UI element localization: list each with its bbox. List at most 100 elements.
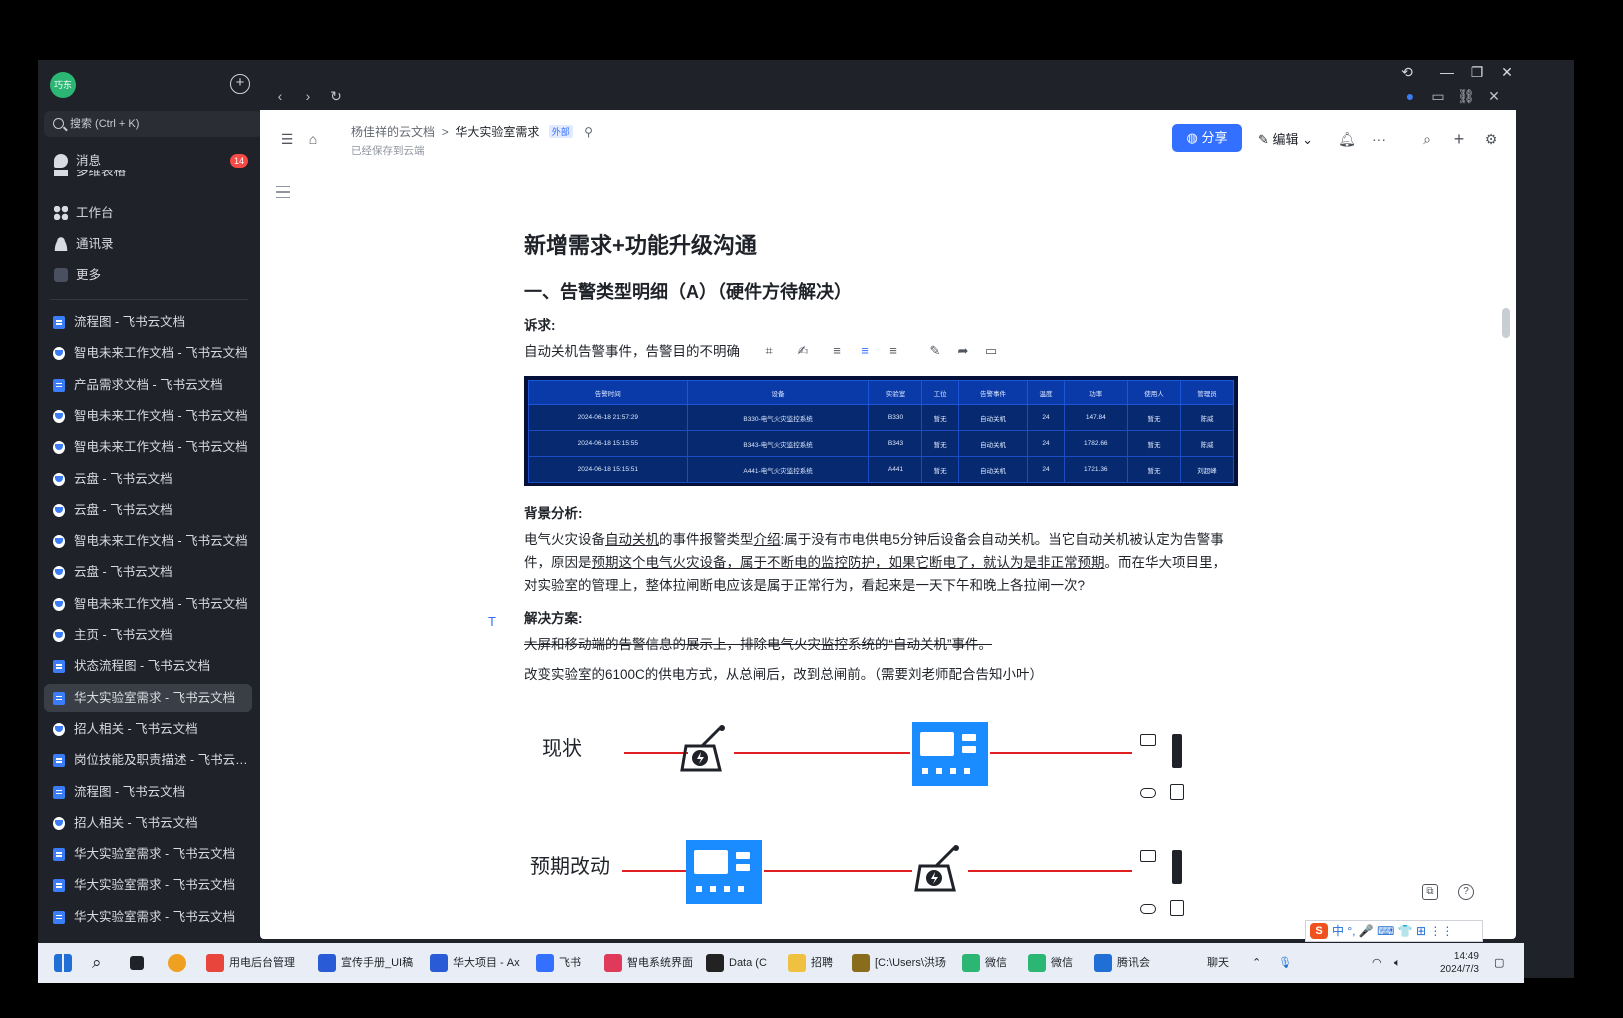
task-view-icon[interactable] bbox=[130, 943, 149, 983]
sidebar-doc-item[interactable]: 招人相关 - 飞书云文档 bbox=[44, 809, 252, 837]
nav-label: 更多 bbox=[76, 268, 102, 282]
taskbar-app[interactable]: [C:\Users\洪玚 bbox=[852, 943, 946, 983]
sidebar-doc-item[interactable]: 产品需求文档 - 飞书云文档 bbox=[44, 371, 252, 399]
sidebar-doc-item[interactable]: 流程图 - 飞书云文档 bbox=[44, 778, 252, 806]
breadcrumb-parent[interactable]: 杨佳祥的云文档 bbox=[351, 125, 435, 139]
assistant-icon[interactable]: ● bbox=[1400, 86, 1420, 106]
nav-item-more[interactable]: 更多 bbox=[46, 262, 262, 288]
solution-text[interactable]: 改变实验室的6100C的供电方式，从总闸后，改到总闸前。（需要刘老师配合告知小叶… bbox=[524, 663, 1043, 686]
sidebar-doc-item[interactable]: 智电未来工作文档 - 飞书云文档 bbox=[44, 339, 252, 367]
edit-image-icon[interactable]: ✎ bbox=[926, 342, 944, 360]
sidebar-doc-item[interactable]: 华大实验室需求 - 飞书云文档 bbox=[44, 903, 252, 931]
power-diagram[interactable]: 现状 预期改动 bbox=[524, 700, 1244, 939]
annotate-icon[interactable]: ✍ bbox=[794, 342, 812, 360]
outline-icon[interactable] bbox=[276, 186, 290, 198]
appeal-text[interactable]: 自动关机告警事件，告警目的不明确 bbox=[524, 340, 740, 363]
comment-icon[interactable]: ▭ bbox=[982, 342, 1000, 360]
sidebar-doc-item[interactable]: 岗位技能及职责描述 - 飞书云… bbox=[44, 746, 252, 774]
doc-title[interactable]: 新增需求+功能升级沟通 bbox=[524, 228, 757, 260]
sidebar-doc-item[interactable]: 状态流程图 - 飞书云文档 bbox=[44, 652, 252, 680]
nav-item-base[interactable]: 多维表格 bbox=[46, 170, 262, 184]
plus-icon[interactable]: + bbox=[1450, 130, 1468, 148]
sidebar-doc-item[interactable]: 智电未来工作文档 - 飞书云文档 bbox=[44, 402, 252, 430]
taskbar-app[interactable]: 招聘 bbox=[788, 943, 833, 983]
taskbar-app[interactable]: 用电后台管理 bbox=[206, 943, 295, 983]
sidebar-doc-item[interactable]: 华大实验室需求 - 飞书云文档 bbox=[44, 840, 252, 868]
sidebar-doc-item[interactable]: 招人相关 - 飞书云文档 bbox=[44, 715, 252, 743]
sidebar-doc-item[interactable]: 云盘 - 飞书云文档 bbox=[44, 496, 252, 524]
section-heading[interactable]: 一、告警类型明细（A）（硬件方待解决） bbox=[524, 278, 852, 304]
sidebar-doc-item[interactable]: 华大实验室需求 - 飞书云文档 bbox=[44, 683, 252, 712]
sidebar-doc-item[interactable]: 流程图 - 飞书云文档 bbox=[44, 308, 252, 336]
edit-button[interactable]: ✎ 编辑 ⌄ bbox=[1258, 129, 1313, 148]
wifi-icon[interactable]: ◠ bbox=[1372, 943, 1382, 983]
nav-item-contacts[interactable]: 通讯录 bbox=[46, 231, 262, 257]
close-window-button[interactable]: ✕ bbox=[1494, 62, 1520, 82]
block-type-icon[interactable]: T bbox=[488, 614, 496, 629]
add-button[interactable]: + bbox=[230, 74, 250, 94]
taskbar-app[interactable]: 智电系统界面 bbox=[604, 943, 693, 983]
search-taskbar-icon[interactable]: ⌕ bbox=[92, 943, 102, 983]
align-center-icon[interactable]: ≡ bbox=[856, 342, 874, 360]
avatar[interactable]: 巧东 bbox=[50, 72, 76, 98]
taskbar-app[interactable]: Data (C bbox=[706, 943, 767, 983]
bell-icon[interactable]: 🔔︎ bbox=[1338, 130, 1356, 148]
share-arrow-icon[interactable]: ➦ bbox=[954, 342, 972, 360]
solution-label[interactable]: 解决方案: bbox=[524, 607, 583, 627]
forward-icon[interactable]: › bbox=[298, 86, 318, 106]
tray-chevron-icon[interactable]: ⌃ bbox=[1252, 943, 1261, 983]
align-left-icon[interactable]: ≡ bbox=[828, 342, 846, 360]
sidebar-doc-item[interactable]: 主页 - 飞书云文档 bbox=[44, 621, 252, 649]
solution-struck-text[interactable]: 大屏和移动端的告警信息的展示上，排除电气火灾监控系统的“自动关机”事件。 bbox=[524, 633, 992, 656]
background-paragraph[interactable]: 电气火灾设备自动关机的事件报警类型介绍:属于没有市电供电5分钟后设备会自动关机。… bbox=[524, 528, 1236, 597]
background-label[interactable]: 背景分析: bbox=[524, 502, 583, 522]
clock[interactable]: 14:49 2024/7/3 bbox=[1440, 950, 1479, 976]
notification-icon[interactable]: ▢ bbox=[1494, 943, 1504, 983]
taskbar-app[interactable]: 宣传手册_UI稿 bbox=[318, 943, 413, 983]
nav-item-workplace[interactable]: 工作台 bbox=[46, 200, 262, 226]
help-icon[interactable]: ? bbox=[1458, 884, 1474, 900]
align-right-icon[interactable]: ≡ bbox=[884, 342, 902, 360]
doc-item-label: 流程图 - 飞书云文档 bbox=[74, 315, 186, 329]
search-box[interactable]: 搜索 (Ctrl + K) bbox=[44, 111, 262, 137]
alarm-table-image[interactable]: 告警时间 设备 实验室 工位 告警事件 温度 功率 使用人 管理员 2024-06-18 21:… bbox=[524, 376, 1238, 486]
window-mode-icon[interactable]: ▭ bbox=[1428, 86, 1448, 106]
mic-icon[interactable]: 🎙︎ bbox=[1278, 943, 1292, 983]
sidebar-doc-item[interactable]: 智电未来工作文档 - 飞书云文档 bbox=[44, 433, 252, 461]
scrollbar-thumb[interactable] bbox=[1502, 308, 1510, 338]
close-tab-icon[interactable]: ✕ bbox=[1484, 86, 1504, 106]
crop-icon[interactable]: ⌗ bbox=[760, 342, 778, 360]
ime-toolbar[interactable]: S 中 °, 🎤 ⌨ 👕 ⊞ ⋮⋮ bbox=[1305, 920, 1483, 942]
home-icon[interactable]: ⌂ bbox=[304, 130, 322, 148]
start-button[interactable] bbox=[54, 943, 77, 983]
appeal-label[interactable]: 诉求: bbox=[524, 314, 556, 334]
sidebar-doc-item[interactable]: 智电未来工作文档 - 飞书云文档 bbox=[44, 590, 252, 618]
sidebar-doc-item[interactable]: 智电未来工作文档 - 飞书云文档 bbox=[44, 527, 252, 555]
back-icon[interactable]: ‹ bbox=[270, 86, 290, 106]
taskbar-app[interactable]: 微信 bbox=[962, 943, 1007, 983]
taskbar-app[interactable]: 微信 bbox=[1028, 943, 1073, 983]
everything-search-icon[interactable] bbox=[168, 943, 191, 983]
taskbar-app[interactable]: 飞书 bbox=[536, 943, 581, 983]
sidebar-doc-item[interactable]: 云盘 - 飞书云文档 bbox=[44, 465, 252, 493]
refresh-icon[interactable]: ↻ bbox=[326, 86, 346, 106]
diagram-expected-label: 预期改动 bbox=[530, 856, 610, 878]
share-button[interactable]: ◍ 分享 bbox=[1172, 124, 1242, 152]
taskbar-app[interactable]: 华大项目 - Ax bbox=[430, 943, 520, 983]
taskbar-app[interactable]: 腾讯会 bbox=[1094, 943, 1150, 983]
copy-icon[interactable]: ⧉ bbox=[1422, 884, 1438, 900]
minimize-button[interactable]: — bbox=[1434, 62, 1460, 82]
link-icon[interactable]: ⛓ bbox=[1456, 86, 1476, 106]
sidebar-divider bbox=[50, 299, 248, 300]
more-icon[interactable]: ··· bbox=[1370, 130, 1388, 148]
gear-icon[interactable]: ⚙ bbox=[1482, 130, 1500, 148]
pin-icon[interactable]: ⚲ bbox=[584, 125, 593, 139]
history-icon[interactable]: ⟲ bbox=[1394, 62, 1420, 82]
sidebar-doc-item[interactable]: 华大实验室需求 - 飞书云文档 bbox=[44, 871, 252, 899]
volume-icon[interactable]: 🔈︎ bbox=[1394, 943, 1401, 983]
search-icon[interactable]: ⌕ bbox=[1418, 130, 1436, 148]
restore-button[interactable]: ❐ bbox=[1464, 62, 1490, 82]
taskbar-app[interactable]: 聊天 bbox=[1202, 943, 1229, 983]
sidebar-doc-item[interactable]: 云盘 - 飞书云文档 bbox=[44, 558, 252, 586]
collapse-sidebar-icon[interactable]: ☰ bbox=[278, 130, 296, 148]
